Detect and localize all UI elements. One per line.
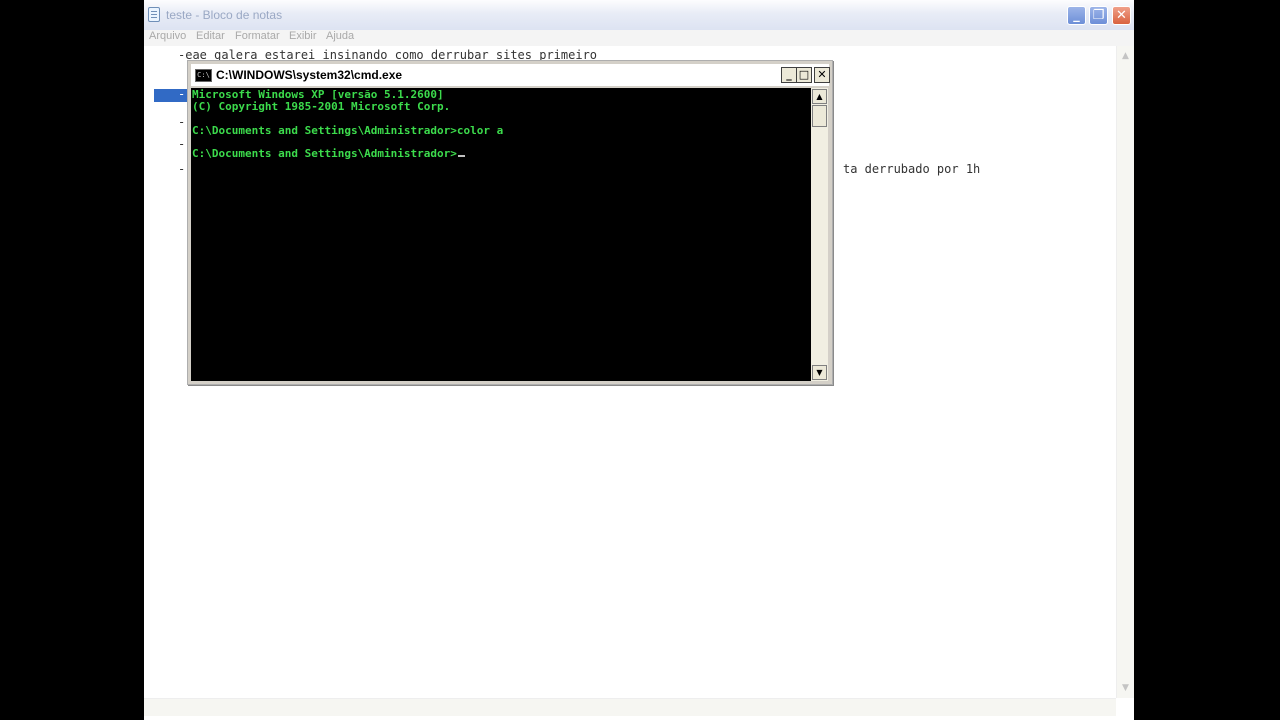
cmd-close-button[interactable]: ✕ (814, 67, 830, 83)
cmd-vertical-scrollbar[interactable]: ▲ ▼ (811, 88, 828, 381)
restore-button[interactable]: ❐ (1089, 6, 1108, 25)
notepad-horizontal-scrollbar[interactable] (144, 698, 1116, 716)
restore-icon: ❐ (1092, 8, 1105, 23)
scroll-down-icon[interactable]: ▼ (1119, 682, 1132, 695)
cmd-maximize-button[interactable]: □ (796, 67, 812, 83)
minimize-button[interactable]: _ (1067, 6, 1086, 25)
cmd-minimize-button[interactable]: _ (781, 67, 797, 83)
text-cursor (457, 155, 465, 157)
scroll-down-icon[interactable]: ▼ (812, 365, 827, 380)
cmd-title: C:\WINDOWS\system32\cmd.exe (216, 68, 403, 82)
text-line-2-dash: - (178, 87, 186, 101)
menu-arquivo[interactable]: Arquivo (149, 30, 186, 42)
notepad-icon[interactable] (148, 7, 160, 22)
scroll-up-icon[interactable]: ▲ (1119, 50, 1132, 63)
close-button[interactable]: ✕ (1112, 6, 1131, 25)
console-line: (C) Copyright 1985-2001 Microsoft Corp. (192, 100, 451, 113)
text-line-5: ta derrubado por 1h (843, 162, 981, 176)
cmd-console[interactable]: Microsoft Windows XP [versão 5.1.2600] (… (191, 88, 811, 381)
menu-exibir[interactable]: Exibir (289, 30, 317, 42)
console-prompt: C:\Documents and Settings\Administrador> (192, 147, 457, 160)
maximize-icon: □ (798, 68, 810, 81)
notepad-menu-bar: Arquivo Editar Formatar Exibir Ajuda (144, 30, 1134, 46)
console-line: C:\Documents and Settings\Administrador>… (192, 124, 504, 137)
menu-ajuda[interactable]: Ajuda (326, 30, 354, 42)
text-line-3-dash: - (178, 115, 186, 129)
minimize-icon: _ (1073, 8, 1080, 23)
console-prompt-line: C:\Documents and Settings\Administrador> (192, 148, 465, 160)
text-line-4-dash: - (178, 137, 186, 151)
text-line-5-dash: - (178, 162, 186, 176)
notepad-title-bar[interactable]: teste - Bloco de notas _ ❐ ✕ (144, 0, 1134, 31)
cmd-scroll-thumb[interactable] (812, 105, 827, 127)
menu-editar[interactable]: Editar (196, 30, 225, 42)
cmd-window: C:\ C:\WINDOWS\system32\cmd.exe _ □ ✕ Mi… (187, 60, 833, 385)
cmd-icon[interactable]: C:\ (195, 69, 212, 82)
close-icon: ✕ (1116, 8, 1127, 23)
close-icon: ✕ (817, 68, 827, 81)
cmd-title-bar[interactable]: C:\ C:\WINDOWS\system32\cmd.exe _ □ ✕ (191, 64, 830, 86)
menu-formatar[interactable]: Formatar (235, 30, 280, 42)
minimize-icon: _ (786, 68, 792, 81)
notepad-vertical-scrollbar[interactable]: ▲ ▼ (1116, 46, 1134, 698)
scroll-up-icon[interactable]: ▲ (812, 89, 827, 104)
notepad-title: teste - Bloco de notas (166, 8, 283, 22)
